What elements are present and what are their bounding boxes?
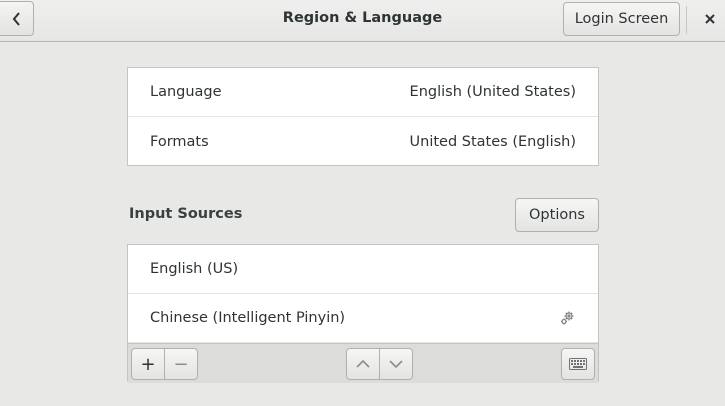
- input-sources-title: Input Sources: [129, 206, 243, 222]
- header-bar: Region & Language Login Screen: [0, 0, 725, 42]
- titlebar-separator: [686, 6, 687, 34]
- input-source-row-english[interactable]: English (US): [128, 245, 598, 294]
- remove-input-source-button[interactable]: −: [164, 348, 198, 380]
- add-input-source-button[interactable]: +: [131, 348, 165, 380]
- chevron-left-icon: [12, 11, 20, 26]
- move-up-button[interactable]: [346, 348, 380, 380]
- keyboard-icon: [569, 358, 587, 370]
- login-screen-button[interactable]: Login Screen: [563, 2, 680, 36]
- language-label: Language: [150, 84, 222, 100]
- chevron-down-icon: [389, 360, 403, 369]
- input-sources-toolbar: + −: [128, 343, 598, 383]
- move-down-button[interactable]: [379, 348, 413, 380]
- keyboard-layout-button[interactable]: [561, 348, 595, 380]
- close-icon: [705, 14, 715, 24]
- language-value: English (United States): [409, 84, 576, 100]
- language-formats-list: Language English (United States) Formats…: [127, 67, 599, 166]
- input-source-label: English (US): [150, 261, 239, 277]
- input-source-label: Chinese (Intelligent Pinyin): [150, 310, 346, 326]
- formats-value: United States (English): [409, 133, 576, 150]
- input-source-row-chinese[interactable]: Chinese (Intelligent Pinyin): [128, 294, 598, 343]
- close-button[interactable]: [696, 4, 724, 34]
- language-row[interactable]: Language English (United States): [128, 68, 598, 117]
- chevron-up-icon: [356, 359, 370, 368]
- input-sources-list: English (US) Chinese (Intelligent Pinyin…: [127, 244, 599, 383]
- formats-row[interactable]: Formats United States (English): [128, 117, 598, 166]
- options-button[interactable]: Options: [515, 198, 599, 232]
- back-button[interactable]: [0, 1, 34, 36]
- gear-icon[interactable]: [558, 309, 576, 327]
- formats-label: Formats: [150, 133, 209, 150]
